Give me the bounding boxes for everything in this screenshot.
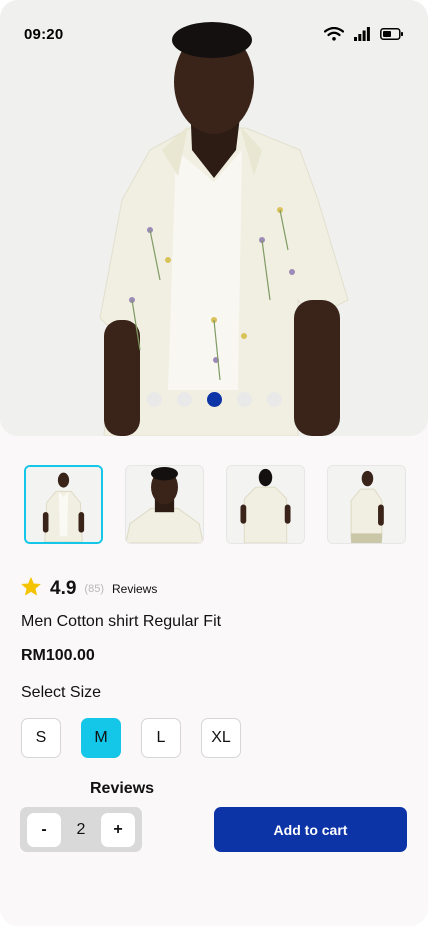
add-to-cart-button[interactable]: Add to cart <box>214 807 407 852</box>
star-icon <box>20 576 42 602</box>
thumbnail-side[interactable] <box>327 465 406 544</box>
product-image-carousel[interactable]: 09:20 <box>0 0 428 436</box>
product-title: Men Cotton shirt Regular Fit <box>21 613 222 630</box>
product-detail-screen: 09:20 4.9 (85) Reviews Men Cotton shirt … <box>0 0 428 926</box>
carousel-dot[interactable] <box>266 392 282 407</box>
quantity-increment-button[interactable]: + <box>101 812 135 847</box>
battery-icon <box>380 27 404 41</box>
product-price: RM100.00 <box>21 647 95 664</box>
status-time: 09:20 <box>24 25 64 43</box>
size-selector: S M L XL <box>21 718 241 758</box>
size-selector-label: Select Size <box>21 684 102 701</box>
reviews-heading[interactable]: Reviews <box>90 780 154 798</box>
status-icons <box>324 27 404 41</box>
wifi-icon <box>324 27 344 41</box>
quantity-decrement-button[interactable]: - <box>27 812 61 847</box>
product-photo-model <box>0 0 428 436</box>
size-option-m-selected[interactable]: M <box>81 718 121 758</box>
carousel-dot[interactable] <box>146 392 162 407</box>
rating-count: (85) <box>84 583 104 595</box>
thumbnail-strip <box>24 465 406 544</box>
thumbnail-back[interactable] <box>226 465 305 544</box>
thumbnail-front[interactable] <box>24 465 103 544</box>
size-option-s[interactable]: S <box>21 718 61 758</box>
quantity-value: 2 <box>76 820 86 838</box>
quantity-stepper: - 2 + <box>20 807 142 852</box>
thumbnail-closeup[interactable] <box>125 465 204 544</box>
size-option-l[interactable]: L <box>141 718 181 758</box>
carousel-pagination <box>0 392 428 407</box>
cellular-signal-icon <box>354 27 370 41</box>
rating-value: 4.9 <box>50 578 77 599</box>
carousel-dot-active[interactable] <box>206 392 222 407</box>
carousel-dot[interactable] <box>236 392 252 407</box>
rating-reviews-link[interactable]: Reviews <box>112 582 157 596</box>
product-rating: 4.9 (85) Reviews <box>20 576 157 602</box>
carousel-dot[interactable] <box>176 392 192 407</box>
size-option-xl[interactable]: XL <box>201 718 241 758</box>
status-bar: 09:20 <box>24 24 404 44</box>
